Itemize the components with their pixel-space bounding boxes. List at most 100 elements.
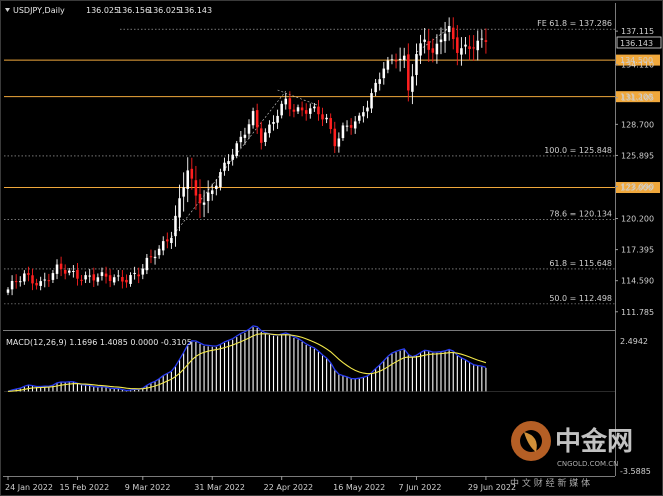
candle-bull	[141, 268, 145, 275]
price-tick-label: 114.590	[621, 277, 654, 286]
candle-bear	[451, 27, 455, 40]
candle-bull	[382, 68, 386, 79]
candle-bear	[190, 168, 194, 179]
chart-window: FE 61.8 = 137.286 100.0 = 125.848 78.6 = 1…	[0, 0, 663, 496]
ohlc-open: 136.025	[86, 6, 119, 15]
candle-bull	[345, 125, 349, 127]
candle-bull	[202, 202, 206, 205]
time-tick-label: 9 Mar 2022	[125, 483, 171, 492]
candle-bull	[415, 54, 418, 75]
fib-level-label: 78.6 = 120.134	[549, 209, 612, 218]
candle-bull	[480, 38, 484, 40]
candle-bull	[96, 277, 100, 282]
candle-bear	[468, 46, 471, 50]
fib-level-label: FE 61.8 = 137.286	[537, 19, 612, 28]
price-tick-label: 120.200	[621, 215, 654, 224]
candle-bull	[72, 271, 75, 273]
candle-bull	[419, 43, 422, 56]
candle-bull	[68, 270, 71, 273]
candle-bear	[166, 239, 169, 242]
time-tick-label: 15 Feb 2022	[59, 483, 109, 492]
candle-bear	[121, 276, 124, 282]
candle-bull	[243, 134, 247, 138]
time-tick-label: 31 Mar 2022	[194, 483, 245, 492]
price-tick-label: 111.785	[621, 308, 654, 317]
candle-bull	[51, 273, 55, 280]
candle-bull	[366, 107, 369, 112]
current-price-label: 136.143	[620, 39, 653, 48]
candle-bull	[460, 48, 463, 55]
price-tick-label: 125.895	[621, 151, 654, 160]
candle-bull	[280, 103, 283, 116]
candle-bull	[247, 124, 251, 134]
chart-border	[0, 0, 663, 496]
candle-bear	[125, 279, 128, 283]
candle-bear	[304, 110, 308, 114]
candle-bull	[251, 111, 255, 126]
candle-bull	[284, 98, 288, 105]
candle-bull	[223, 162, 226, 171]
candle-bull	[219, 172, 222, 188]
time-tick-label: 29 Jun 2022	[468, 483, 516, 492]
candle-bull	[337, 138, 341, 147]
candle-bear	[194, 180, 198, 196]
candle-bear	[198, 194, 202, 204]
candle-bear	[349, 125, 353, 128]
candle-bear	[394, 60, 398, 62]
price-tick-label: 137.115	[621, 27, 654, 36]
price-tick-label: 123.090	[621, 183, 654, 192]
candle-bear	[300, 107, 304, 111]
candle-bull	[23, 273, 26, 282]
candle-bear	[63, 270, 67, 274]
candle-bull	[386, 60, 390, 70]
candle-bear	[104, 273, 108, 277]
candle-bear	[288, 98, 292, 110]
candle-bull	[272, 122, 275, 124]
chart-canvas: FE 61.8 = 137.286 100.0 = 125.848 78.6 = 1…	[0, 0, 663, 496]
candle-bull	[161, 241, 165, 251]
candle-bear	[47, 280, 51, 282]
fib-level-label: 50.0 = 112.498	[549, 294, 612, 303]
symbol-title: USDJPY,Daily	[13, 6, 65, 15]
candle-bear	[14, 281, 18, 283]
candle-bull	[100, 272, 104, 276]
candle-bear	[92, 274, 96, 281]
candle-bull	[296, 107, 300, 112]
candle-bull	[186, 170, 189, 189]
candle-bull	[411, 76, 414, 92]
candle-bull	[174, 215, 177, 237]
candle-bear	[137, 274, 140, 277]
candle-bear	[108, 275, 112, 281]
candle-bull	[358, 115, 361, 121]
candle-bear	[456, 37, 459, 53]
candle-bull	[464, 44, 467, 47]
ohlc-low: 136.025	[148, 6, 181, 15]
candle-bull	[112, 277, 116, 283]
chart-header: USDJPY,Daily 136.025 136.156 136.025 136…	[5, 6, 212, 15]
candle-bear	[427, 41, 430, 50]
candle-bull	[215, 185, 218, 189]
candle-bear	[333, 128, 337, 147]
candle-bull	[353, 121, 357, 129]
candle-bull	[309, 108, 312, 114]
candle-bull	[210, 190, 214, 194]
candle-bear	[329, 118, 332, 130]
candle-bull	[239, 136, 243, 143]
price-tick-label: 131.105	[621, 94, 654, 103]
candle-bear	[431, 48, 435, 53]
candle-bull	[10, 280, 14, 290]
fib-level-label: 100.0 = 125.848	[544, 146, 612, 155]
watermark-brand: 中金网	[555, 426, 633, 457]
candle-bull	[157, 248, 161, 256]
macd-header: MACD(12,26,9) 1.1696 1.4085 0.0000 -0.31…	[6, 338, 192, 347]
candle-bear	[80, 279, 83, 281]
watermark-url: CNGOLD.COM.CN	[557, 460, 618, 468]
candle-bull	[133, 272, 136, 274]
price-tick-label: 134.110	[621, 60, 654, 69]
candle-bull	[88, 275, 91, 277]
candle-bull	[374, 82, 377, 93]
candle-bear	[59, 263, 63, 270]
candle-bull	[6, 289, 10, 293]
time-tick-label: 16 May 2022	[333, 483, 385, 492]
candle-bull	[276, 115, 279, 123]
